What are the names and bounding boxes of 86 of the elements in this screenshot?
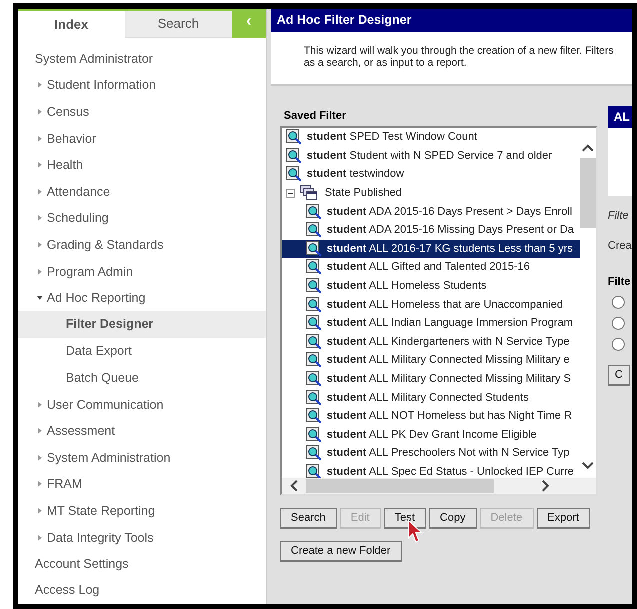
sidebar-item[interactable]: Behavior [47, 132, 96, 146]
sidebar-subitem[interactable]: Batch Queue [18, 364, 266, 392]
scroll-left-icon[interactable] [290, 480, 298, 492]
sidebar-subitem[interactable]: Filter Designer [18, 311, 266, 338]
filter-item[interactable]: student Student with N SPED Service 7 and older [305, 148, 554, 163]
folder-name[interactable]: State Published [325, 187, 402, 200]
sidebar-item[interactable]: Data Integrity Tools [47, 530, 154, 545]
radio-button[interactable] [612, 296, 625, 309]
description-text: This wizard will walk you through the creation of a new filter. Filters [304, 45, 614, 57]
filter-item[interactable]: student ALL Homeless that are Unaccompanied [325, 298, 566, 312]
sidebar-item[interactable]: Health [47, 158, 84, 172]
sidebar-item[interactable]: Student Information [47, 78, 156, 92]
sidebar-item[interactable]: Program Admin [47, 264, 134, 279]
radio-button[interactable] [612, 317, 625, 330]
sidebar-item[interactable]: Assessment [47, 424, 116, 438]
sidebar-tab[interactable]: Search [125, 11, 232, 38]
magnifier-page-icon [306, 259, 322, 276]
scroll-right-icon[interactable] [542, 480, 550, 492]
field-label: Filte [608, 210, 630, 222]
panel-header: AL [608, 106, 632, 128]
sidebar-subitem[interactable]: Data Export [18, 338, 266, 365]
filter-item[interactable]: student ALL Homeless Students [325, 279, 489, 294]
magnifier-page-icon [306, 240, 322, 257]
magnifier-page-icon [306, 352, 322, 368]
sidebar-item[interactable]: Grading & Standards [47, 238, 164, 252]
filter-item[interactable]: student ALL Military Connected Missing Military e [325, 353, 572, 368]
sidebar-item[interactable]: Access Log [18, 577, 266, 604]
action-button[interactable]: Export [536, 508, 590, 529]
filter-item[interactable]: student ALL Military Connected Students [325, 390, 531, 405]
scroll-thumb[interactable] [306, 479, 494, 493]
scroll-thumb[interactable] [580, 158, 596, 228]
sidebar-item[interactable]: System Administrator [18, 46, 266, 72]
filter-item[interactable]: student ADA 2015-16 Missing Days Present or Da [325, 223, 576, 238]
magnifier-page-icon [306, 408, 322, 424]
sidebar-item[interactable]: MT State Reporting [47, 504, 156, 518]
magnifier-page-icon [306, 426, 322, 443]
sidebar-item[interactable]: Attendance [47, 184, 110, 199]
magnifier-page-icon [306, 390, 322, 406]
description-text: as a search, or as input to a report. [304, 57, 467, 69]
create-folder-button[interactable]: Create a new Folder [280, 541, 402, 562]
scroll-down-icon[interactable] [582, 462, 594, 470]
sidebar-item[interactable]: User Communication [47, 398, 164, 412]
group-label: Filte [608, 276, 632, 288]
section-label: Crea [608, 240, 632, 252]
filter-item[interactable]: student ALL Spec Ed Status - Unlocked IEP Curre [325, 464, 576, 478]
filter-item[interactable]: student testwindow [305, 167, 406, 182]
collapse-toggle-icon[interactable] [286, 188, 295, 198]
side-button[interactable]: C [608, 365, 630, 386]
mouse-cursor-icon [408, 520, 424, 544]
scroll-up-icon[interactable] [582, 144, 594, 152]
sidebar-item[interactable]: Account Settings [18, 550, 266, 578]
filter-item[interactable]: student ALL Indian Language Immersion Program [325, 316, 576, 330]
magnifier-page-icon [306, 464, 322, 478]
filter-item[interactable]: student ALL Military Connected Missing Military S [325, 372, 574, 386]
magnifier-page-icon [286, 148, 302, 164]
sidebar-item[interactable]: Scheduling [47, 211, 109, 226]
sidebar-item[interactable]: System Administration [47, 450, 171, 465]
saved-filter-label: Saved Filter [284, 110, 346, 122]
magnifier-page-icon [286, 129, 302, 146]
horizontal-scrollbar[interactable] [282, 478, 596, 494]
filter-item[interactable]: student ALL Gifted and Talented 2015-16 [325, 260, 532, 274]
action-button[interactable]: Search [280, 508, 337, 529]
sidebar-item[interactable]: Census [47, 105, 90, 120]
magnifier-page-icon [306, 445, 322, 462]
sidebar-item[interactable]: FRAM [47, 477, 82, 492]
magnifier-page-icon [306, 334, 322, 350]
filter-item[interactable]: student ALL NOT Homeless but has Night Time R [325, 409, 574, 424]
filter-item[interactable]: student ADA 2015-16 Days Present > Days Enroll [325, 204, 574, 219]
action-button[interactable]: Copy [429, 508, 477, 529]
magnifier-page-icon [286, 166, 302, 182]
folder-stack-icon [300, 185, 318, 202]
magnifier-page-icon [306, 315, 322, 332]
filter-item[interactable]: student ALL Kindergarteners with N Service Type [325, 334, 572, 349]
magnifier-page-icon [306, 204, 322, 220]
filter-item[interactable]: student ALL PK Dev Grant Income Eligible [325, 428, 539, 442]
filter-item[interactable]: student ALL 2016-17 KG students Less than 5 yrs [325, 242, 576, 256]
window-title: Ad Hoc Filter Designer [271, 9, 632, 32]
filter-item[interactable]: student SPED Test Window Count [305, 130, 480, 144]
action-button[interactable]: Test [384, 508, 426, 529]
filter-item[interactable]: student ALL Preschoolers Not with N Service Typ [325, 446, 572, 460]
magnifier-page-icon [306, 278, 322, 294]
magnifier-page-icon [306, 371, 322, 388]
magnifier-page-icon [306, 296, 322, 313]
magnifier-page-icon [306, 222, 322, 238]
radio-button[interactable] [612, 338, 625, 351]
sidebar-item[interactable]: Ad Hoc Reporting [47, 291, 146, 306]
